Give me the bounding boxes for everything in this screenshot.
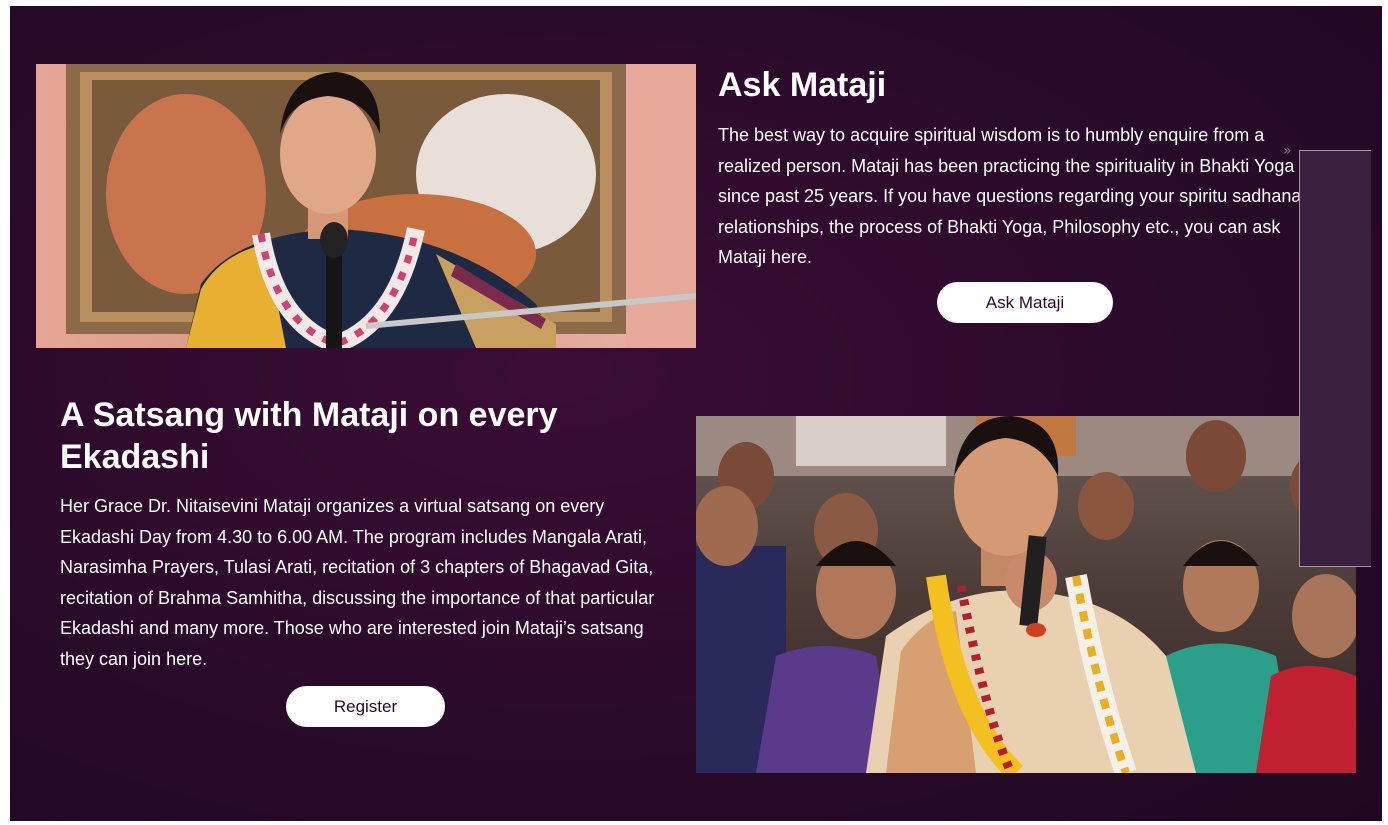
- side-panel: [1299, 150, 1371, 567]
- ask-mataji-button[interactable]: Ask Mataji: [937, 282, 1113, 323]
- ask-mataji-description: The best way to acquire spiritual wisdom…: [718, 125, 1307, 267]
- satsang-description: Her Grace Dr. Nitaisevini Mataji organiz…: [60, 496, 655, 669]
- ekadashi-satsang-section: Ask Mataji The best way to acquire spiri…: [10, 6, 1382, 821]
- mataji-speaking-photo: [36, 64, 696, 348]
- ask-mataji-heading: Ask Mataji: [718, 66, 887, 104]
- mataji-crowd-photo: [696, 416, 1356, 773]
- panel-chevron-icon[interactable]: »: [1283, 143, 1292, 159]
- satsang-heading: A Satsang with Mataji on every Ekadashi: [60, 396, 558, 476]
- register-button[interactable]: Register: [286, 686, 445, 727]
